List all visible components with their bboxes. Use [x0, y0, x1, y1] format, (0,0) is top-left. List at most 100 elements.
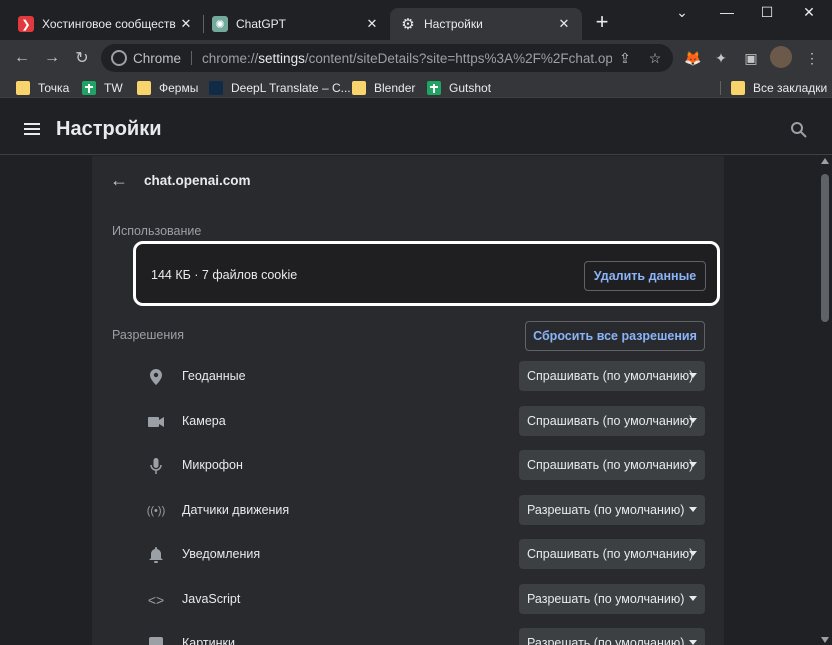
tab-search-dropdown-icon[interactable]: ⌄ — [667, 4, 697, 24]
scroll-up-arrow-icon[interactable] — [821, 158, 829, 164]
permission-select[interactable]: Спрашивать (по умолчанию) — [519, 539, 705, 569]
bookmark-label: TW — [104, 81, 123, 95]
side-panel-icon[interactable]: ▣ — [741, 48, 761, 68]
deepl-icon — [209, 81, 223, 95]
chatgpt-icon: ✺ — [212, 16, 228, 32]
bookmark-star-icon[interactable]: ☆ — [645, 48, 665, 68]
permission-value: Спрашивать (по умолчанию) — [527, 369, 694, 383]
permission-label: Уведомления — [182, 547, 261, 561]
maximize-button[interactable]: ☐ — [752, 4, 782, 24]
dropdown-arrow-icon — [689, 596, 697, 601]
permission-value: Спрашивать (по умолчанию) — [527, 458, 694, 472]
permission-value: Разрешать (по умолчанию) — [527, 503, 685, 517]
permission-select[interactable]: Разрешать (по умолчанию) — [519, 628, 705, 645]
usage-summary: 144 КБ · 7 файлов cookie — [151, 268, 298, 282]
new-tab-button[interactable]: + — [590, 11, 614, 35]
permission-select[interactable]: Спрашивать (по умолчанию) — [519, 450, 705, 480]
settings-header: Настройки — [0, 99, 832, 155]
tab-chatgpt[interactable]: ✺ ChatGPT ✕ — [202, 8, 390, 40]
close-tab-icon[interactable]: ✕ — [178, 16, 194, 32]
bookmark-label: Точка — [38, 81, 70, 95]
folder-icon — [16, 81, 30, 95]
delete-data-button[interactable]: Удалить данные — [584, 261, 706, 291]
bookmark-label: Blender — [374, 81, 416, 95]
forward-button[interactable]: → — [40, 46, 64, 70]
scrollbar[interactable] — [818, 156, 832, 645]
bookmark-item[interactable]: Gutshot — [427, 79, 491, 97]
folder-icon — [352, 81, 366, 95]
share-icon[interactable]: ⇪ — [615, 48, 635, 68]
dropdown-arrow-icon — [689, 640, 697, 645]
bookmark-item[interactable]: DeepL Translate – C... — [209, 79, 351, 97]
bookmark-item[interactable]: Точка — [16, 79, 69, 97]
tab-settings[interactable]: ⚙ Настройки ✕ — [390, 8, 582, 40]
reload-button[interactable]: ↻ — [70, 46, 94, 70]
scroll-thumb[interactable] — [821, 174, 829, 322]
address-bar[interactable]: Chrome chrome://settings/content/siteDet… — [101, 44, 673, 72]
folder-icon — [137, 81, 151, 95]
close-window-button[interactable]: ✕ — [794, 4, 824, 24]
folder-icon — [731, 81, 745, 95]
all-bookmarks-label: Все закладки — [753, 81, 828, 95]
permission-row-notifications: Уведомления Спрашивать (по умолчанию) — [92, 533, 724, 577]
permission-select[interactable]: Спрашивать (по умолчанию) — [519, 406, 705, 436]
microphone-icon — [146, 456, 166, 476]
permission-row-motion-sensors: ((•)) Датчики движения Разрешать (по умо… — [92, 489, 724, 533]
permission-row-javascript: <> JavaScript Разрешать (по умолчанию) — [92, 578, 724, 622]
settings-gear-icon: ⚙ — [401, 16, 415, 33]
menu-hamburger-icon[interactable] — [24, 123, 40, 135]
bookmarks-bar: Точка TW Фермы DeepL Translate – C... Bl… — [0, 76, 832, 98]
site-name: chat.openai.com — [144, 173, 251, 188]
tab-title: Настройки — [424, 17, 483, 31]
tab-title: ChatGPT — [236, 17, 287, 31]
close-tab-icon[interactable]: ✕ — [364, 16, 380, 32]
dropdown-arrow-icon — [689, 551, 697, 556]
permission-row-location: Геоданные Спрашивать (по умолчанию) — [92, 355, 724, 399]
menu-kebab-icon[interactable]: ⋮ — [802, 48, 822, 68]
location-pin-icon — [146, 367, 166, 387]
camera-icon — [146, 412, 166, 432]
tab-hosting[interactable]: ❯ Хостинговое сообществ ✕ — [8, 8, 204, 40]
code-brackets-icon: <> — [147, 592, 165, 608]
url-path: /content/siteDetails?site=https%3A%2F%2F… — [304, 50, 613, 66]
minimize-button[interactable]: — — [712, 4, 742, 24]
permission-select[interactable]: Спрашивать (по умолчанию) — [519, 361, 705, 391]
bookmark-item[interactable]: Фермы — [137, 79, 198, 97]
url-scheme: chrome:// — [202, 50, 259, 66]
permission-row-microphone: Микрофон Спрашивать (по умолчанию) — [92, 444, 724, 488]
permission-label: Микрофон — [182, 458, 243, 472]
permission-select[interactable]: Разрешать (по умолчанию) — [519, 584, 705, 614]
chrome-icon — [111, 50, 127, 66]
permissions-heading: Разрешения — [112, 328, 185, 342]
permission-value: Спрашивать (по умолчанию) — [527, 414, 694, 428]
bookmark-item[interactable]: Blender — [352, 79, 415, 97]
url-text: chrome://settings/content/siteDetails?si… — [202, 51, 612, 66]
permission-label: Картинки — [182, 636, 235, 645]
usage-box: 144 КБ · 7 файлов cookie Удалить данные — [133, 241, 720, 306]
close-tab-icon[interactable]: ✕ — [556, 16, 572, 32]
extensions-puzzle-icon[interactable]: ✦ — [711, 48, 731, 68]
dropdown-arrow-icon — [689, 373, 697, 378]
reset-permissions-button[interactable]: Сбросить все разрешения — [525, 321, 705, 351]
back-arrow-icon[interactable]: ← — [110, 171, 130, 189]
bookmark-item[interactable]: TW — [82, 79, 123, 97]
title-bar: ❯ Хостинговое сообществ ✕ ✺ ChatGPT ✕ ⚙ … — [0, 0, 832, 40]
permission-value: Разрешать (по умолчанию) — [527, 592, 685, 606]
usage-heading: Использование — [112, 224, 202, 238]
back-button[interactable]: ← — [10, 46, 34, 70]
dropdown-arrow-icon — [689, 462, 697, 467]
all-bookmarks[interactable]: Все закладки — [731, 79, 827, 97]
permission-select[interactable]: Разрешать (по умолчанию) — [519, 495, 705, 525]
avatar[interactable] — [770, 46, 792, 68]
search-icon[interactable] — [790, 121, 808, 139]
permission-row-images: Картинки Разрешать (по умолчанию) — [92, 622, 724, 645]
settings-main: ← chat.openai.com Использование 144 КБ ·… — [0, 156, 818, 645]
dropdown-arrow-icon — [689, 418, 697, 423]
permission-value: Спрашивать (по умолчанию) — [527, 547, 694, 561]
metamask-icon[interactable]: 🦊 — [683, 48, 703, 68]
bookmark-label: DeepL Translate – C... — [231, 81, 351, 95]
permission-label: Камера — [182, 414, 226, 428]
page-title: Настройки — [56, 118, 162, 140]
motion-sensors-icon: ((•)) — [146, 505, 166, 517]
scroll-down-arrow-icon[interactable] — [821, 637, 829, 643]
